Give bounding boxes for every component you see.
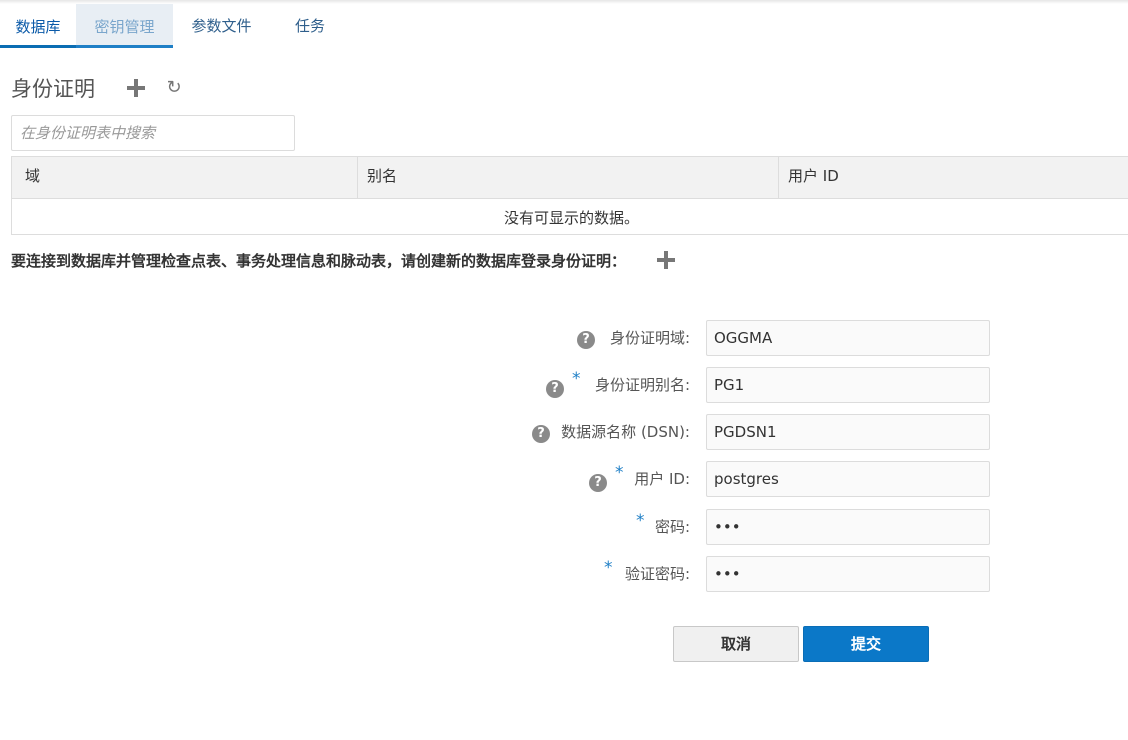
form-row-dsn: ? 数据源名称 (DSN): (0, 414, 1128, 450)
user-id-field[interactable] (706, 461, 990, 497)
domain-label: 身份证明域: (609, 329, 690, 347)
required-mark: * (572, 369, 581, 389)
section-title: 身份证明 (11, 77, 95, 101)
table-header: 域 别名 用户 ID (12, 157, 1128, 199)
column-header-domain[interactable]: 域 (12, 157, 357, 199)
verify-password-label: 验证密码: (624, 565, 690, 583)
required-mark: * (615, 463, 624, 483)
form-row-password: * 密码: (0, 509, 1128, 545)
tab-tasks[interactable]: 任务 (270, 4, 350, 48)
search-input[interactable] (11, 115, 295, 151)
dsn-field[interactable] (706, 414, 990, 450)
instruction-label: 要连接到数据库并管理检查点表、事务处理信息和脉动表，请创建新的数据库登录身份证明… (11, 252, 627, 270)
cancel-button[interactable]: 取消 (673, 626, 799, 662)
help-icon[interactable]: ? (546, 380, 564, 398)
help-icon[interactable]: ? (532, 425, 550, 443)
tab-parameter-files[interactable]: 参数文件 (173, 4, 270, 48)
tab-bar: 数据库 密钥管理 参数文件 任务 (0, 4, 1128, 48)
help-icon[interactable]: ? (589, 474, 607, 492)
required-mark: * (636, 511, 645, 531)
user-id-label: 用户 ID: (634, 470, 690, 488)
alias-field[interactable] (706, 367, 990, 403)
tab-database[interactable]: 数据库 (0, 4, 76, 48)
alias-label: 身份证明别名: (594, 376, 690, 394)
password-field[interactable] (706, 509, 990, 545)
help-icon[interactable]: ? (577, 331, 595, 349)
refresh-icon[interactable]: ↻ (165, 79, 183, 97)
verify-password-field[interactable] (706, 556, 990, 592)
instruction-text: 要连接到数据库并管理检查点表、事务处理信息和脉动表，请创建新的数据库登录身份证明… (11, 249, 626, 273)
form-row-domain: ? 身份证明域: (0, 320, 1128, 356)
tab-key-management[interactable]: 密钥管理 (76, 4, 173, 48)
empty-table-message: 没有可显示的数据。 (504, 209, 640, 227)
form-row-verify-password: * 验证密码: (0, 556, 1128, 592)
required-mark: * (604, 558, 613, 578)
form-row-alias: ? * 身份证明别名: (0, 367, 1128, 403)
column-header-user-id[interactable]: 用户 ID (778, 157, 1128, 199)
password-label: 密码: (654, 518, 690, 536)
credentials-table: 域 别名 用户 ID 没有可显示的数据。 (11, 156, 1128, 235)
column-header-alias[interactable]: 别名 (357, 157, 778, 199)
dsn-label: 数据源名称 (DSN): (561, 423, 690, 441)
submit-button[interactable]: 提交 (803, 626, 929, 662)
domain-field[interactable] (706, 320, 990, 356)
add-credential-icon[interactable] (127, 79, 145, 97)
add-login-icon[interactable] (657, 251, 675, 269)
form-row-user-id: ? * 用户 ID: (0, 461, 1128, 497)
